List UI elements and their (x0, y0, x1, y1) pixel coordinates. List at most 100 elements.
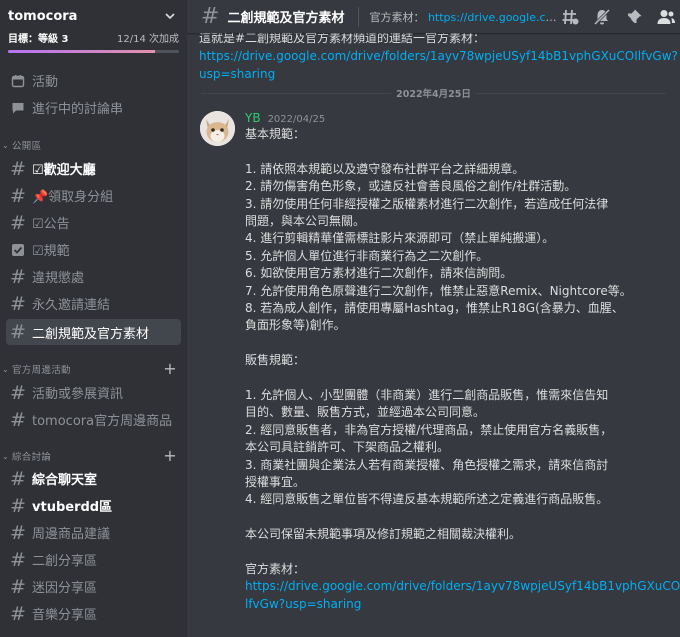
message-line: 2. 請勿傷害角色形象，或違反社會善良風俗之創作/社群活動。 (245, 179, 577, 194)
sidebar-item-label: 活動或參展資訊 (32, 387, 124, 402)
hash-icon: # (10, 467, 26, 490)
hash-icon: # (10, 292, 26, 315)
hash-icon: # (10, 548, 26, 571)
message-line (245, 544, 665, 561)
message-link[interactable]: https://drive.google.com/drive/folders/1… (245, 578, 680, 595)
sidebar-item-rules[interactable]: ☑規範 (6, 238, 181, 261)
header-divider (358, 6, 360, 27)
sidebar-item-active-threads[interactable]: 進行中的討論串 (6, 96, 181, 119)
message-header: YB 2022/04/25 (245, 111, 325, 125)
sidebar-item-label: 違規懲處 (32, 271, 85, 286)
checkbox-channel-icon (10, 242, 26, 258)
sidebar-item-label: 活動 (32, 75, 59, 90)
category-public[interactable]: ⌄ 公開區 (0, 137, 187, 153)
message-timestamp: 2022/04/25 (267, 114, 326, 125)
bell-slash-icon (593, 8, 611, 25)
chevron-down-icon: ⌄ (2, 451, 10, 461)
message-line: 本公司保留未規範事項及修訂規範之相關裁決權利。 (245, 527, 522, 542)
boost-progress-bar (8, 50, 179, 53)
hash-icon: # (10, 157, 26, 180)
previous-message-text: 這就是#二創規範及官方素材頻道的連結一官方素材： (199, 33, 486, 45)
hash-icon: # (201, 3, 220, 29)
sidebar-item-vtuberdd[interactable]: # vtuberdd區 (6, 494, 181, 517)
category-label: 公開區 (12, 141, 42, 152)
sidebar-item-events[interactable]: 活動 (6, 69, 181, 92)
member-list-button[interactable] (656, 7, 676, 27)
message-line: 負面形象等)創作。 (245, 318, 346, 333)
message-line: 6. 如欲使用官方素材進行二次創作，請來信詢問。 (245, 266, 513, 281)
sidebar-item-label: 二創分享區 (32, 554, 98, 569)
sidebar-item-label: 周邊商品建議 (32, 527, 111, 542)
sidebar-item-music-share[interactable]: # 音樂分享區 (6, 602, 181, 625)
pin-icon (627, 9, 642, 23)
sidebar-item-announcements[interactable]: # ☑公告 (6, 211, 181, 234)
sidebar-item-label: 二創規範及官方素材 (32, 326, 150, 342)
sidebar-item-invite-link[interactable]: # 永久邀請連結 (6, 292, 181, 315)
chevron-down-icon: ⌄ (2, 140, 10, 150)
topic-link[interactable]: https://drive.google.com/... (428, 11, 560, 24)
message-line: 目的、數量、販售方式，並經過本公司同意。 (245, 405, 486, 420)
add-channel-icon[interactable]: + (163, 448, 177, 464)
message-list[interactable]: 這就是#二創規範及官方素材頻道的連結一官方素材： https://drive.g… (187, 33, 680, 637)
add-channel-icon[interactable]: + (163, 361, 177, 377)
channel-sidebar: tomocora 目標：等級 3 12/14 次加成 活動 進行中的討論串 ⌄ … (0, 0, 187, 637)
category-label: 官方周邊活動 (12, 365, 71, 376)
sidebar-item-label: 迷因分享區 (32, 581, 98, 596)
hash-icon: # (10, 602, 26, 625)
threads-icon (10, 100, 26, 116)
cat-avatar-icon (200, 111, 235, 146)
sidebar-item-label: 音樂分享區 (32, 608, 98, 623)
members-icon (657, 9, 675, 24)
threads-button[interactable] (560, 7, 580, 27)
previous-message-link[interactable]: https://drive.google.com/drive/folders/1… (199, 47, 678, 83)
boost-goal[interactable]: 目標：等級 3 12/14 次加成 (0, 30, 187, 53)
category-official-merch[interactable]: ⌄ 官方周邊活動 + (0, 361, 187, 377)
message-author[interactable]: YB (245, 111, 261, 125)
channel-topic[interactable]: 官方素材： https://drive.google.com/... (369, 9, 559, 25)
message-line: 授權事宜。 (245, 475, 306, 490)
sidebar-item-fan-creation-rules[interactable]: # 二創規範及官方素材 (6, 319, 181, 345)
message-line: 2. 經同意販售者，非為官方授權/代理商品，禁止使用官方名義販售， (245, 422, 613, 437)
sidebar-item-label: ☑規範 (32, 244, 70, 259)
hash-icon: # (10, 211, 26, 234)
previous-message: 這就是#二創規範及官方素材頻道的連結一官方素材： https://drive.g… (199, 33, 678, 83)
chevron-down-icon: ⌄ (2, 364, 10, 374)
calendar-icon (10, 73, 26, 89)
pinned-messages-button[interactable] (624, 7, 644, 27)
sidebar-item-get-roles[interactable]: # 📌領取身分組 (6, 184, 181, 207)
hash-icon: # (10, 521, 26, 544)
message-link[interactable]: lfvGw?usp=sharing (245, 596, 665, 613)
sidebar-item-fanart-share[interactable]: # 二創分享區 (6, 548, 181, 571)
sidebar-item-general-chat[interactable]: # 綜合聊天室 (6, 467, 181, 490)
message-line: 1. 請依照本規範以及遵守發布社群平台之詳細規章。 (245, 161, 525, 176)
date-divider-label: 2022年4月25日 (391, 86, 476, 100)
message-line: 3. 商業社團與企業法人若有商業授權、角色授權之需求，請來信商討 (245, 457, 609, 472)
sidebar-item-event-info[interactable]: # 活動或參展資訊 (6, 381, 181, 404)
sidebar-item-violations[interactable]: # 違規懲處 (6, 265, 181, 288)
sidebar-item-label: 綜合聊天室 (32, 473, 98, 488)
hash-icon: # (10, 381, 26, 404)
message-line: 4. 進行剪輯精華僅需標註影片來源即可（禁止單純搬運）。 (245, 231, 555, 246)
sidebar-item-official-merch[interactable]: # tomocora官方周邊商品 (6, 408, 181, 431)
header-toolbar (560, 0, 680, 33)
message-line: 販售規範： (245, 353, 306, 368)
server-header[interactable]: tomocora (0, 0, 187, 32)
sidebar-item-label: tomocora官方周邊商品 (32, 414, 173, 429)
sidebar-item-label: 進行中的討論串 (32, 102, 124, 117)
message-content: 基本規範： 1. 請依照本規範以及遵守發布社群平台之詳細規章。 2. 請勿傷害角色形… (245, 126, 680, 613)
sidebar-item-meme-share[interactable]: # 迷因分享區 (6, 575, 181, 598)
message-line: 7. 允許使用角色原聲進行二次創作，惟禁止惡意Remix、Nightcore等。 (245, 283, 632, 298)
sidebar-item-welcome-lobby[interactable]: # ☑歡迎大廳 (6, 157, 181, 180)
message-line: 基本規範： (245, 127, 306, 141)
message-line: 1. 允許個人、小型團體（非商業）進行二創商品販售，惟需來信告知 (245, 388, 609, 403)
mute-notifications-button[interactable] (592, 7, 612, 27)
sidebar-item-label: ☑公告 (32, 217, 70, 232)
message-line: 問題，與本公司無關。 (245, 214, 366, 229)
chevron-down-icon (165, 13, 175, 20)
sidebar-item-merch-suggestions[interactable]: # 周邊商品建議 (6, 521, 181, 544)
hash-icon: # (10, 408, 26, 431)
channel-header: # 二創規範及官方素材 官方素材： https://drive.google.c… (187, 0, 680, 33)
avatar[interactable] (200, 111, 235, 146)
boost-goal-label: 目標：等級 3 (8, 34, 69, 45)
category-general-discussion[interactable]: ⌄ 綜合討論 + (0, 448, 187, 464)
